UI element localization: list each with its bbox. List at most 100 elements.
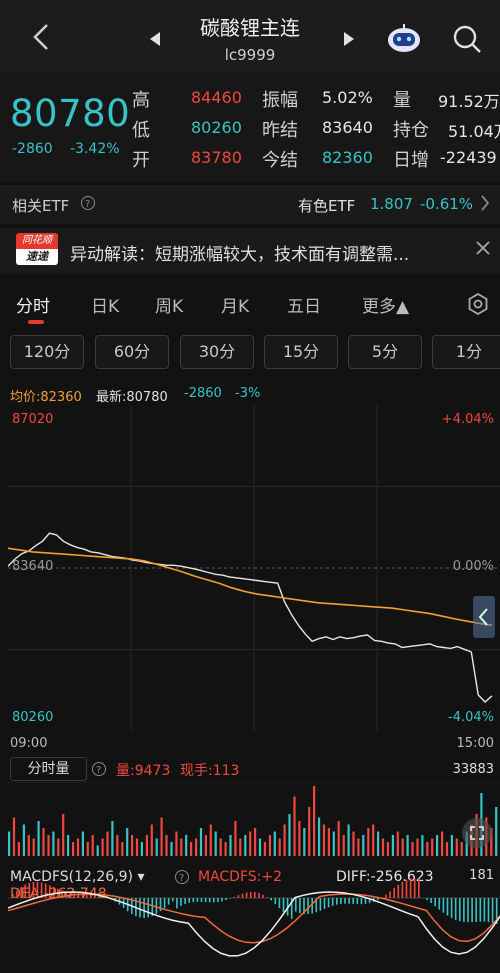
volume-bar (111, 821, 114, 856)
assistant-button[interactable] (386, 22, 422, 58)
macd-histogram-bar (49, 885, 51, 898)
volume-bar (81, 831, 84, 856)
period-30min[interactable]: 30分 (180, 335, 254, 369)
tab-active-indicator (28, 320, 44, 324)
tab-weekly-k[interactable]: 周K (155, 292, 183, 317)
today-settle-value: 82360 (322, 148, 373, 167)
macd-histogram-bar (274, 898, 277, 905)
macd-histogram-bar (356, 898, 359, 905)
volume-bar (362, 835, 365, 856)
macd-histogram-bar (389, 891, 391, 898)
volume-bar (52, 831, 55, 856)
period-15min[interactable]: 15分 (264, 335, 338, 369)
macd-histogram-bar (159, 898, 162, 912)
macd-histogram-bar (397, 884, 400, 898)
volume-bar (342, 835, 345, 856)
volume-bar (436, 835, 439, 856)
volume-bar (140, 842, 143, 856)
page-title: 碳酸锂主连 (200, 16, 300, 40)
close-icon (476, 241, 490, 255)
volume-value: 91.52万 (438, 92, 500, 111)
tab-daily-k[interactable]: 日K (91, 292, 119, 317)
contract-code: lc9999 (224, 46, 276, 64)
macd-histogram-bar (282, 898, 285, 913)
volume-bar (332, 831, 335, 856)
volume-bar (386, 842, 389, 856)
macd-histogram-bar (418, 878, 420, 898)
volume-bar (318, 817, 321, 856)
macd-histogram-bar (180, 898, 182, 906)
help-icon[interactable]: ? (80, 195, 96, 215)
macd-histogram-bar (233, 897, 236, 898)
volume-bar (254, 828, 257, 856)
search-button[interactable] (452, 24, 482, 58)
chart-info-row: 均价:82360 最新:80780 -2860 -3% (0, 382, 500, 405)
low-label: 低 (132, 120, 150, 141)
period-1min[interactable]: 1分 (432, 335, 500, 369)
volume-bar (313, 786, 316, 856)
expand-icon (470, 826, 484, 840)
macd-histogram-bar (336, 898, 338, 905)
volume-bar (298, 821, 301, 856)
chart-settings-button[interactable] (466, 292, 490, 320)
macd-histogram-bar (401, 881, 404, 898)
daily-increase-value: -22439 (440, 148, 497, 167)
next-contract-button[interactable] (342, 30, 356, 52)
macd-histogram-bar (405, 879, 408, 898)
diff-line (8, 891, 500, 957)
open-value: 83780 (191, 148, 242, 167)
chevron-left-icon (478, 608, 488, 626)
open-label: 开 (132, 150, 150, 171)
volume-label: 量 (393, 90, 411, 111)
macd-histogram-bar (278, 898, 281, 909)
volume-indicator-select[interactable]: 分时量 (10, 757, 87, 781)
macd-histogram-bar (446, 898, 449, 916)
volume-bar (96, 845, 99, 856)
etf-price: 1.807 (370, 195, 413, 213)
macd-histogram-bar (184, 898, 186, 905)
period-5min[interactable]: 5分 (348, 335, 422, 369)
macd-histogram-bar (479, 898, 482, 922)
tab-intraday[interactable]: 分时 (16, 292, 50, 317)
volume-bar (244, 835, 247, 856)
macd-histogram-bar (430, 898, 432, 903)
macd-histogram-bar (311, 898, 313, 914)
macd-histogram-bar (196, 898, 199, 902)
macd-histogram-bar (90, 891, 92, 898)
intraday-price-chart[interactable] (8, 405, 500, 731)
period-120min[interactable]: 120分 (10, 335, 84, 369)
volume-bar (57, 838, 60, 856)
low-value: 80260 (191, 118, 242, 137)
macd-histogram-bar (36, 881, 39, 898)
amplitude-label: 振幅 (262, 90, 298, 111)
close-news-button[interactable] (475, 240, 491, 260)
robot-icon (388, 24, 420, 52)
tab-more[interactable]: 更多▲ (362, 292, 409, 317)
volume-bar (258, 838, 262, 856)
macd-histogram-bar (204, 898, 207, 903)
volume-bar (268, 835, 271, 856)
period-60min[interactable]: 60分 (95, 335, 169, 369)
news-text[interactable]: 异动解读：短期涨幅较大，技术面有调整需... (70, 240, 465, 265)
macd-histogram-bar (467, 898, 469, 923)
chart-tabs (0, 282, 500, 328)
macd-histogram-bar (413, 878, 416, 898)
tab-monthly-k[interactable]: 月K (221, 292, 249, 317)
y-axis-top-pct: +4.04% (441, 412, 494, 427)
macd-histogram-bar (331, 898, 334, 906)
macd-histogram-bar (155, 898, 158, 914)
fullscreen-button[interactable] (462, 818, 492, 848)
tab-five-day[interactable]: 五日 (287, 292, 321, 317)
volume-bar (67, 835, 70, 856)
back-button[interactable] (30, 22, 54, 52)
volume-help-icon[interactable]: ? (91, 761, 107, 781)
volume-bar (337, 821, 340, 856)
volume-bar (367, 828, 370, 856)
volume-bar (175, 831, 178, 856)
macd-histogram-bar (176, 898, 178, 909)
volume-bar (180, 838, 183, 856)
macd-histogram-bar (442, 898, 445, 913)
collapse-panel-button[interactable] (473, 596, 495, 638)
macd-histogram-bar (32, 882, 35, 898)
price-change-pct: -3.42% (70, 141, 120, 157)
